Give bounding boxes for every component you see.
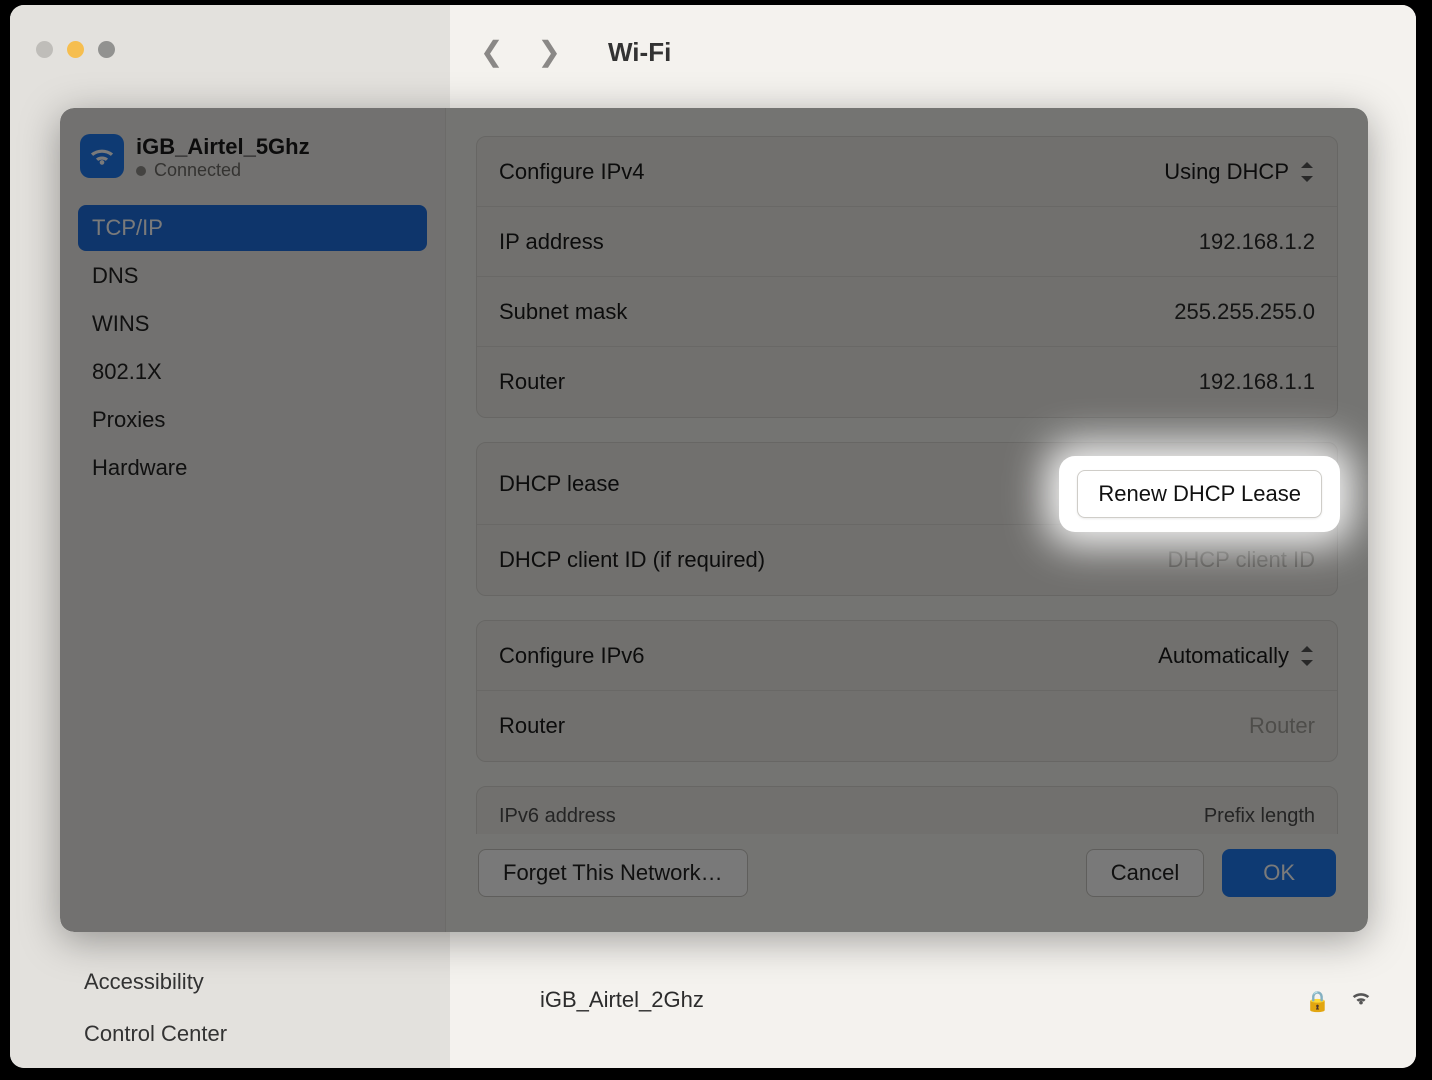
- chevron-updown-icon: [1299, 646, 1315, 666]
- network-details-sheet: iGB_Airtel_5Ghz Connected TCP/IP DNS WIN…: [60, 108, 1368, 932]
- value-ip-address: 192.168.1.2: [1199, 229, 1315, 255]
- row-router-ipv4: Router 192.168.1.1: [477, 347, 1337, 417]
- row-subnet-mask: Subnet mask 255.255.255.0: [477, 277, 1337, 347]
- ipv6-group: Configure IPv6 Automatically Router Rout…: [476, 620, 1338, 762]
- tab-8021x[interactable]: 802.1X: [78, 349, 427, 395]
- tab-proxies[interactable]: Proxies: [78, 397, 427, 443]
- header-prefix-length: Prefix length: [1204, 805, 1315, 828]
- select-value: Automatically: [1158, 643, 1289, 669]
- ipv6-address-group: IPv6 address Prefix length: [476, 786, 1338, 834]
- ipv4-group: Configure IPv4 Using DHCP IP address 192…: [476, 136, 1338, 418]
- tab-tcpip[interactable]: TCP/IP: [78, 205, 427, 251]
- sidebar-item-accessibility[interactable]: Accessibility: [84, 969, 204, 995]
- row-configure-ipv6: Configure IPv6 Automatically: [477, 621, 1337, 691]
- row-configure-ipv4: Configure IPv4 Using DHCP: [477, 137, 1337, 207]
- select-configure-ipv6[interactable]: Automatically: [1158, 643, 1315, 669]
- highlight-spot: Renew DHCP Lease: [1059, 456, 1340, 532]
- network-list-item[interactable]: iGB_Airtel_2Ghz: [540, 987, 704, 1013]
- select-configure-ipv4[interactable]: Using DHCP: [1164, 159, 1315, 185]
- label-dhcp-lease: DHCP lease: [499, 471, 620, 497]
- wifi-icon: [1350, 989, 1372, 1013]
- cancel-button[interactable]: Cancel: [1086, 849, 1204, 897]
- network-status: Connected: [136, 160, 310, 181]
- fullscreen-icon[interactable]: [98, 41, 115, 58]
- row-ip-address: IP address 192.168.1.2: [477, 207, 1337, 277]
- wifi-icon: [80, 134, 124, 178]
- forward-icon[interactable]: ❯: [537, 35, 560, 68]
- nav-arrows: ❮ ❯: [480, 35, 561, 68]
- chevron-updown-icon: [1299, 162, 1315, 182]
- network-name: iGB_Airtel_5Ghz: [136, 134, 310, 160]
- ok-button[interactable]: OK: [1222, 849, 1336, 897]
- tab-hardware[interactable]: Hardware: [78, 445, 427, 491]
- renew-dhcp-lease-button[interactable]: Renew DHCP Lease: [1077, 470, 1322, 518]
- sheet-sidebar: iGB_Airtel_5Ghz Connected TCP/IP DNS WIN…: [60, 108, 446, 932]
- value-subnet-mask: 255.255.255.0: [1174, 299, 1315, 325]
- tab-wins[interactable]: WINS: [78, 301, 427, 347]
- label-router: Router: [499, 369, 565, 395]
- header-ipv6-address: IPv6 address: [499, 805, 616, 828]
- forget-network-button[interactable]: Forget This Network…: [478, 849, 748, 897]
- sheet-footer: Forget This Network… Cancel OK: [476, 834, 1338, 912]
- window-controls: [36, 41, 115, 58]
- label-dhcp-client-id: DHCP client ID (if required): [499, 547, 765, 573]
- select-value: Using DHCP: [1164, 159, 1289, 185]
- row-router-ipv6: Router Router: [477, 691, 1337, 761]
- label-router-ipv6: Router: [499, 713, 565, 739]
- minimize-icon[interactable]: [67, 41, 84, 58]
- lock-icon: 🔒: [1305, 989, 1330, 1014]
- label-subnet-mask: Subnet mask: [499, 299, 627, 325]
- row-dhcp-client-id: DHCP client ID (if required) DHCP client…: [477, 525, 1337, 595]
- sidebar-item-control-center[interactable]: Control Center: [84, 1021, 227, 1047]
- label-configure-ipv4: Configure IPv4: [499, 159, 645, 185]
- status-label: Connected: [154, 160, 241, 181]
- label-ip-address: IP address: [499, 229, 604, 255]
- tab-dns[interactable]: DNS: [78, 253, 427, 299]
- page-title: Wi-Fi: [608, 37, 671, 68]
- value-router: 192.168.1.1: [1199, 369, 1315, 395]
- dhcp-client-id-input[interactable]: DHCP client ID: [1167, 547, 1315, 573]
- status-dot-icon: [136, 166, 146, 176]
- label-configure-ipv6: Configure IPv6: [499, 643, 645, 669]
- settings-tabs: TCP/IP DNS WINS 802.1X Proxies Hardware: [78, 205, 427, 491]
- router-ipv6-input[interactable]: Router: [1249, 713, 1315, 739]
- close-icon[interactable]: [36, 41, 53, 58]
- network-header: iGB_Airtel_5Ghz Connected: [78, 134, 427, 181]
- back-icon[interactable]: ❮: [480, 35, 503, 68]
